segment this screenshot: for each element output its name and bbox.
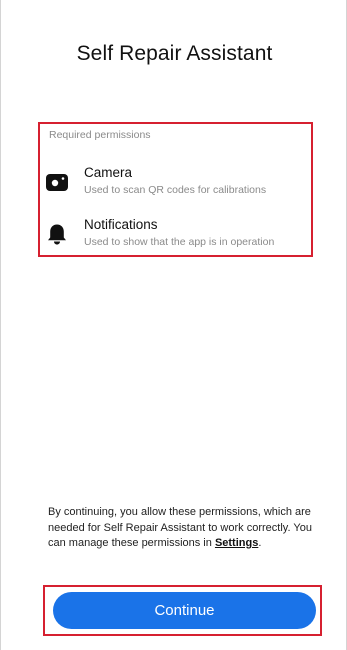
bell-icon xyxy=(45,222,69,246)
permission-name: Camera xyxy=(84,165,133,180)
permission-item-notifications: Notifications Used to show that the app … xyxy=(45,217,310,250)
permission-description: Used to scan QR codes for calibrations xyxy=(84,184,267,196)
camera-icon xyxy=(45,170,69,194)
permission-name: Notifications xyxy=(84,217,158,232)
disclaimer-period: . xyxy=(258,537,262,549)
permission-description: Used to show that the app is in operatio… xyxy=(84,236,275,248)
disclaimer-text: By continuing, you allow these permissio… xyxy=(48,506,312,549)
permissions-heading: Required permissions xyxy=(49,129,151,141)
permissions-screen: Self Repair Assistant Required permissio… xyxy=(0,0,347,650)
permission-item-camera: Camera Used to scan QR codes for calibra… xyxy=(45,165,310,198)
continue-button[interactable]: Continue xyxy=(53,592,316,629)
settings-link[interactable]: Settings xyxy=(215,537,258,549)
page-title: Self Repair Assistant xyxy=(76,42,273,65)
continue-button-area: Continue xyxy=(43,585,322,636)
permissions-section: Required permissions Camera Used to scan… xyxy=(38,122,313,257)
permissions-disclaimer: By continuing, you allow these permissio… xyxy=(48,505,318,552)
